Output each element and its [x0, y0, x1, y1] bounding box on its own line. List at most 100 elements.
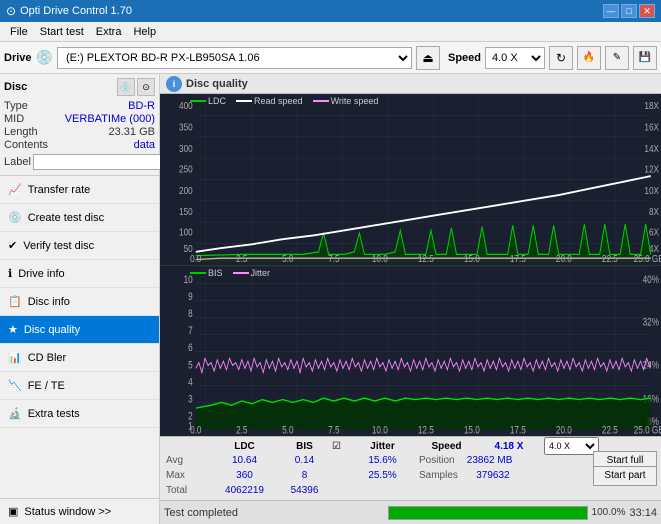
maximize-button[interactable]: □ [621, 4, 637, 18]
status-window-label: Status window >> [24, 506, 111, 518]
minimize-button[interactable]: — [603, 4, 619, 18]
nav-item-create-test-disc[interactable]: 💿 Create test disc [0, 204, 159, 232]
save-button[interactable]: 💾 [633, 46, 657, 70]
verify-test-disc-icon: ✔ [8, 239, 17, 252]
svg-text:250: 250 [179, 164, 193, 175]
svg-text:25.0 GB: 25.0 GB [634, 253, 661, 264]
svg-text:12X: 12X [644, 164, 659, 175]
drive-label: Drive [4, 52, 32, 64]
svg-text:22.5: 22.5 [602, 424, 618, 436]
nav-label-transfer-rate: Transfer rate [28, 184, 91, 196]
label-row: Label ⚙ [4, 153, 155, 171]
jitter-checkbox[interactable]: ☑ [332, 441, 350, 452]
bottom-bar: Test completed 100.0% 33:14 [160, 500, 661, 524]
start-part-button[interactable]: Start part [593, 466, 657, 486]
nav-label-cd-bler: CD Bler [28, 352, 67, 364]
nav-item-disc-info[interactable]: 📋 Disc info [0, 288, 159, 316]
cd-bler-icon: 📊 [8, 351, 22, 364]
menu-extra[interactable]: Extra [90, 25, 128, 39]
refresh-button[interactable]: ↻ [549, 46, 573, 70]
nav-item-extra-tests[interactable]: 🔬 Extra tests [0, 400, 159, 428]
burn-button[interactable]: 🔥 [577, 46, 601, 70]
speed-val-header: 4.18 X [474, 441, 544, 452]
transfer-rate-icon: 📈 [8, 183, 22, 196]
label-input[interactable] [33, 154, 171, 170]
nav-item-transfer-rate[interactable]: 📈 Transfer rate [0, 176, 159, 204]
nav-item-disc-quality[interactable]: ★ Disc quality [0, 316, 159, 344]
bis-max: 8 [277, 470, 332, 481]
ldc-total: 4062219 [212, 485, 277, 496]
svg-text:300: 300 [179, 143, 193, 154]
svg-text:6: 6 [188, 342, 193, 355]
speed-select[interactable]: 4.0 X [485, 47, 545, 69]
stats-max-row: Max 360 8 25.5% Samples 379632 Start par… [164, 468, 657, 483]
nav-label-disc-info: Disc info [28, 296, 70, 308]
svg-text:8: 8 [188, 307, 193, 320]
nav-item-fe-te[interactable]: 📉 FE / TE [0, 372, 159, 400]
speed-label: Speed [448, 52, 481, 64]
disc-info-icon: 📋 [8, 295, 22, 308]
type-value: BD-R [128, 100, 155, 112]
disc-type-row: Type BD-R [4, 100, 155, 112]
svg-text:7.5: 7.5 [328, 424, 340, 436]
read-speed-legend-label: Read speed [254, 96, 303, 106]
eject-button[interactable]: ⏏ [416, 46, 440, 70]
chart-bottom-svg: 10 9 8 7 6 5 4 3 2 1 40% 32% 24% 16% 8 [160, 266, 661, 437]
position-label: Position [419, 455, 455, 466]
disc-icon-2[interactable]: ⊙ [137, 78, 155, 96]
menu-start-test[interactable]: Start test [34, 25, 90, 39]
length-value: 23.31 GB [109, 126, 155, 138]
contents-value: data [134, 139, 155, 151]
svg-text:0.0: 0.0 [190, 424, 202, 436]
speed-col-header: Speed [419, 441, 474, 452]
write-speed-legend-label: Write speed [331, 96, 379, 106]
svg-text:20.0: 20.0 [556, 424, 572, 436]
chart-container: LDC Read speed Write speed [160, 94, 661, 436]
app-title: Opti Drive Control 1.70 [20, 5, 132, 17]
svg-text:0.0: 0.0 [190, 253, 201, 264]
disc-panel-header: Disc 💿 ⊙ [4, 78, 155, 96]
legend-bis: BIS [190, 268, 223, 278]
progress-bar [388, 506, 588, 520]
svg-text:15.0: 15.0 [464, 253, 480, 264]
status-window-button[interactable]: ▣ Status window >> [0, 498, 159, 524]
disc-icon-row: 💿 ⊙ [117, 78, 155, 96]
write-speed-legend-line [313, 100, 329, 102]
ldc-col-header: LDC [212, 441, 277, 452]
close-button[interactable]: ✕ [639, 4, 655, 18]
status-window-icon: ▣ [8, 505, 18, 518]
bis-legend-label: BIS [208, 268, 223, 278]
menu-file[interactable]: File [4, 25, 34, 39]
svg-text:150: 150 [179, 206, 193, 217]
svg-text:200: 200 [179, 185, 193, 196]
read-speed-legend-line [236, 100, 252, 102]
menu-help[interactable]: Help [127, 25, 162, 39]
nav-item-verify-test-disc[interactable]: ✔ Verify test disc [0, 232, 159, 260]
svg-text:17.5: 17.5 [510, 424, 526, 436]
disc-contents-row: Contents data [4, 139, 155, 151]
content-area: i Disc quality LDC Read speed [160, 74, 661, 524]
app-icon: ⊙ [6, 4, 16, 18]
start-part-btn-container: Start part [593, 466, 657, 486]
svg-text:2.5: 2.5 [236, 424, 248, 436]
svg-text:8X: 8X [649, 206, 659, 217]
nav-item-cd-bler[interactable]: 📊 CD Bler [0, 344, 159, 372]
extra-tests-icon: 🔬 [8, 407, 22, 420]
disc-icon-1[interactable]: 💿 [117, 78, 135, 96]
nav-label-disc-quality: Disc quality [24, 324, 80, 336]
titlebar-controls: — □ ✕ [603, 4, 655, 18]
nav-label-verify-test-disc: Verify test disc [23, 240, 94, 252]
svg-text:22.5: 22.5 [602, 253, 618, 264]
jitter-avg: 15.6% [350, 455, 415, 466]
edit-button[interactable]: ✎ [605, 46, 629, 70]
svg-text:15.0: 15.0 [464, 424, 480, 436]
total-label: Total [164, 485, 212, 496]
disc-mid-row: MID VERBATIMe (000) [4, 113, 155, 125]
drive-select[interactable]: (E:) PLEXTOR BD-R PX-LB950SA 1.06 [57, 47, 412, 69]
type-label: Type [4, 100, 28, 112]
stats-col-headers: LDC BIS ☑ Jitter Speed 4.18 X 4.0 X [164, 439, 657, 453]
disc-length-row: Length 23.31 GB [4, 126, 155, 138]
speed-select-stats[interactable]: 4.0 X [544, 437, 599, 455]
svg-text:6X: 6X [649, 227, 659, 238]
nav-item-drive-info[interactable]: ℹ Drive info [0, 260, 159, 288]
